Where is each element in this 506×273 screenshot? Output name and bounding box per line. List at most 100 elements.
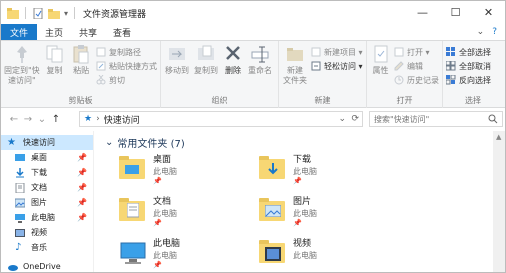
- tab-home[interactable]: 主页: [37, 24, 71, 40]
- title-bar: ▾ 文件资源管理器 — ☐ ✕: [1, 1, 505, 25]
- ribbon-tabs: 文件 主页 共享 查看 ⌄ ?: [1, 24, 505, 41]
- scissors-icon: [96, 74, 106, 85]
- copy-to-icon: [197, 44, 215, 64]
- tile-name: 视频: [293, 239, 312, 249]
- copy-path-icon: [96, 47, 106, 57]
- customize-dropdown-icon[interactable]: ▾: [64, 9, 68, 18]
- cut-label: 剪切: [109, 75, 125, 85]
- back-button[interactable]: ←: [7, 114, 21, 125]
- paste-label: 粘贴: [73, 66, 90, 75]
- search-input[interactable]: 搜索"快速访问": [369, 111, 503, 127]
- easy-access-label: 轻松访问 ▾: [324, 61, 363, 71]
- open-button[interactable]: 打开 ▾: [394, 46, 439, 58]
- scroll-up-icon[interactable]: ▲: [496, 133, 501, 141]
- tab-view[interactable]: 查看: [105, 24, 139, 40]
- select-all-button[interactable]: 全部选择: [446, 46, 491, 58]
- cloud-icon: [7, 262, 18, 272]
- quick-access-toolbar: ▾: [1, 1, 77, 25]
- invert-selection-button[interactable]: 反向选择: [445, 74, 491, 86]
- ribbon: 固定到"快 速访问" 复制 粘贴 复制路径 粘贴快捷方式 剪切 剪贴板 移动到 …: [1, 41, 505, 108]
- desktop-icon: [15, 153, 25, 163]
- frequent-folders-header[interactable]: ⌄ 常用文件夹 (7): [105, 135, 185, 150]
- close-button[interactable]: ✕: [472, 1, 505, 23]
- tile-location: 此电脑: [153, 209, 177, 218]
- tile-name: 此电脑: [153, 239, 181, 249]
- address-dropdown-icon[interactable]: ⌄: [338, 114, 346, 124]
- tile-location: 此电脑: [293, 251, 317, 260]
- move-to-label: 移动到: [165, 66, 189, 75]
- nav-item-this-pc[interactable]: 此电脑 📌: [1, 210, 93, 225]
- recent-locations-button[interactable]: ⌄: [35, 114, 49, 125]
- properties-icon[interactable]: [32, 7, 44, 19]
- tile-name: 文档: [153, 197, 172, 207]
- help-icon[interactable]: ?: [492, 27, 497, 37]
- vertical-scrollbar[interactable]: ▲: [493, 131, 505, 272]
- paste-shortcut-label: 粘贴快捷方式: [109, 61, 157, 71]
- address-bar[interactable]: ★ › 快速访问 ⌄ ⟳: [79, 111, 363, 127]
- navigation-pane: ★ 快速访问 桌面 📌 下载 📌 文档 📌 图片 📌 此电脑 📌 视频 ♪ 音乐…: [1, 131, 94, 272]
- nav-item-quick-access[interactable]: ★ 快速访问: [1, 135, 93, 150]
- pin-icon[interactable]: 📌: [77, 168, 87, 177]
- nav-item-documents[interactable]: 文档 📌: [1, 180, 93, 195]
- search-icon: [488, 113, 498, 127]
- nav-item-videos[interactable]: 视频: [1, 225, 93, 240]
- history-button[interactable]: 历史记录: [394, 74, 439, 86]
- copy-path-button[interactable]: 复制路径: [96, 46, 157, 58]
- invert-selection-icon: [445, 74, 456, 85]
- folder-tile-pictures[interactable]: 图片 此电脑 📌: [259, 197, 317, 228]
- folder-tile-videos[interactable]: 视频 此电脑: [259, 239, 317, 267]
- separator: [74, 7, 76, 19]
- nav-item-desktop[interactable]: 桌面 📌: [1, 150, 93, 165]
- minimize-button[interactable]: —: [406, 1, 439, 23]
- folder-tile-this-pc[interactable]: 此电脑 此电脑 📌: [119, 239, 180, 270]
- select-none-button[interactable]: 全部取消: [445, 60, 491, 72]
- folder-tile-downloads[interactable]: 下载 此电脑 📌: [259, 155, 317, 186]
- forward-button[interactable]: →: [21, 114, 35, 125]
- tab-file[interactable]: 文件: [1, 24, 38, 40]
- nav-item-downloads[interactable]: 下载 📌: [1, 165, 93, 180]
- nav-item-pictures[interactable]: 图片 📌: [1, 195, 93, 210]
- properties-icon: [372, 44, 390, 64]
- collapse-ribbon-icon[interactable]: ⌄: [477, 27, 485, 37]
- star-icon: ★: [7, 136, 16, 148]
- copy-label: 复制: [46, 66, 63, 75]
- rename-icon: [251, 44, 269, 64]
- pin-icon[interactable]: 📌: [77, 153, 87, 162]
- pin-label: 固定到"快 速访问": [4, 66, 40, 85]
- new-item-button[interactable]: 新建项目 ▾: [311, 46, 363, 58]
- window-title: 文件资源管理器: [83, 9, 147, 20]
- folder-tile-documents[interactable]: 文档 此电脑 📌: [119, 197, 177, 228]
- new-item-icon: [311, 47, 321, 57]
- tab-share[interactable]: 共享: [71, 24, 105, 40]
- pin-icon[interactable]: 📌: [77, 198, 87, 207]
- delete-label: 删除: [225, 66, 241, 75]
- edit-button[interactable]: 编辑: [394, 60, 439, 72]
- select-group: 全部选择 全部取消 反向选择 选择: [443, 41, 503, 108]
- videos-folder-icon: [259, 239, 287, 267]
- pin-icon: 📌: [293, 219, 302, 227]
- nav-label: 此电脑: [31, 213, 55, 222]
- computer-icon: [15, 213, 25, 223]
- pin-icon[interactable]: 📌: [77, 183, 87, 192]
- edit-icon: [394, 61, 404, 71]
- move-to-icon: [168, 44, 186, 64]
- refresh-button[interactable]: ⟳: [351, 114, 359, 124]
- new-group: 新建 文件夹 新建项目 ▾ 轻松访问 ▾ 新建: [279, 41, 367, 108]
- star-icon: ★: [84, 114, 93, 124]
- new-folder-icon[interactable]: [48, 8, 60, 19]
- paste-shortcut-button[interactable]: 粘贴快捷方式: [96, 60, 157, 72]
- organize-group: 移动到 复制到 删除 重命名 组织: [161, 41, 279, 108]
- nav-item-onedrive[interactable]: OneDrive: [1, 259, 93, 272]
- pin-icon[interactable]: 📌: [77, 213, 87, 222]
- easy-access-button[interactable]: 轻松访问 ▾: [311, 60, 363, 72]
- select-none-label: 全部取消: [459, 61, 491, 71]
- folder-tile-desktop[interactable]: 桌面 此电脑 📌: [119, 155, 177, 186]
- cut-button[interactable]: 剪切: [96, 74, 157, 86]
- copy-to-label: 复制到: [194, 66, 218, 75]
- nav-item-music[interactable]: ♪ 音乐: [1, 240, 93, 255]
- invert-selection-label: 反向选择: [459, 75, 491, 85]
- maximize-button[interactable]: ☐: [439, 1, 472, 23]
- up-button[interactable]: ↑: [49, 114, 63, 125]
- edit-label: 编辑: [407, 61, 423, 71]
- breadcrumb[interactable]: 快速访问: [104, 113, 140, 126]
